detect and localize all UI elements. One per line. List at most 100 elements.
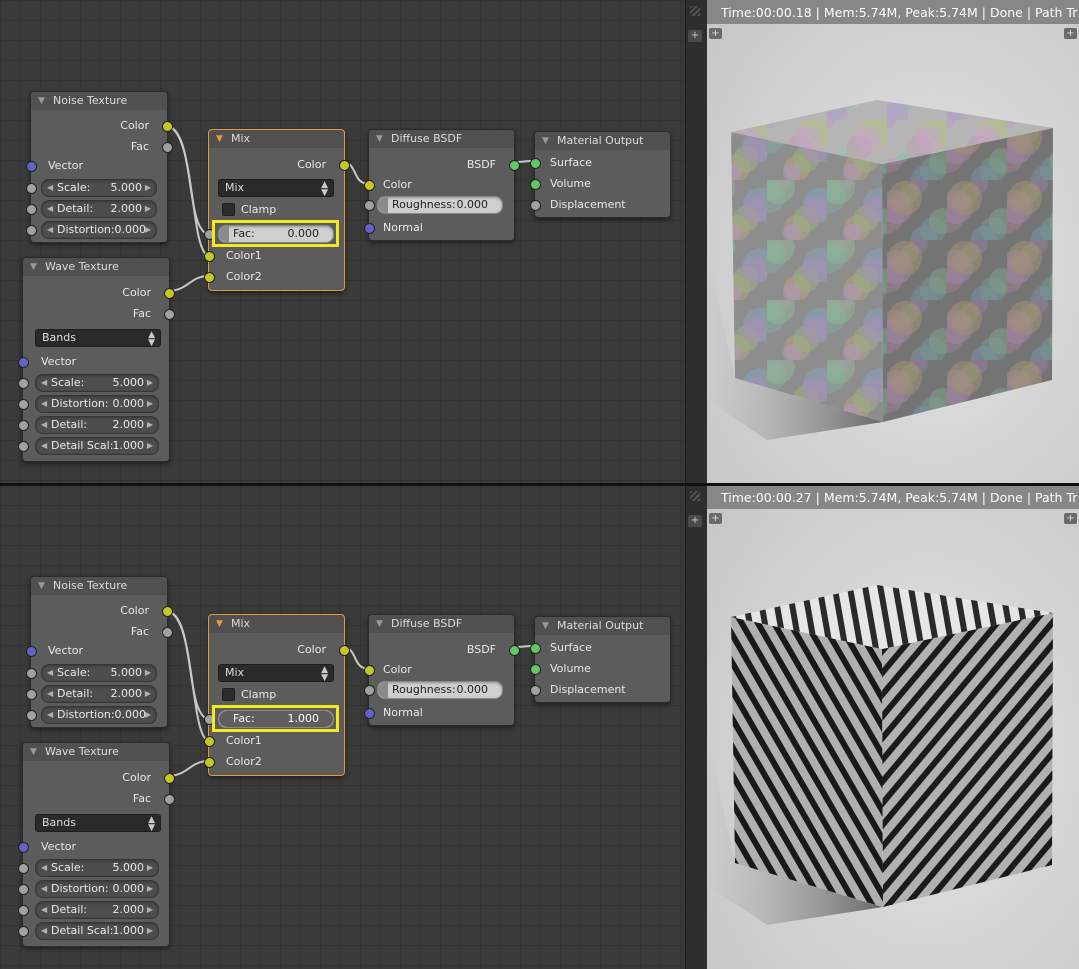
socket-scale-input[interactable] — [18, 378, 29, 389]
socket-distortion-input[interactable] — [26, 225, 37, 236]
socket-displacement-input[interactable] — [530, 200, 541, 211]
roughness-field[interactable]: Roughness: 0.000 — [377, 196, 503, 214]
scale-field[interactable]: ◀ Scale: 5.000 ▶ — [35, 374, 159, 392]
diffuse-bsdf-node[interactable]: ▼ Diffuse BSDF BSDF Color Roughness: 0.000… — [364, 614, 520, 726]
diffuse-bsdf-node[interactable]: ▼ Diffuse BSDF BSDF Color Roughness: 0.000… — [364, 129, 520, 241]
material-output-node[interactable]: ▼ Material Output Surface Volume Displace… — [530, 616, 671, 703]
wave-type-dropdown[interactable]: Bands ▲ ▼ — [35, 814, 161, 833]
socket-scale-input[interactable] — [26, 183, 37, 194]
socket-scale-input[interactable] — [18, 863, 29, 874]
socket-surface-input[interactable] — [530, 643, 541, 654]
render-expand-left-icon[interactable]: + — [709, 28, 722, 39]
socket-color-output[interactable] — [339, 160, 350, 171]
distortion-field[interactable]: ◀ Distortion: 0.000 ▶ — [41, 706, 157, 724]
render-expand-right-icon[interactable]: + — [1064, 513, 1077, 524]
area-split-handle-icon[interactable] — [690, 491, 700, 501]
collapse-arrow-icon[interactable]: ▼ — [30, 258, 37, 276]
detail-scale-field[interactable]: ◀ Detail Scal: 1.000 ▶ — [35, 437, 159, 455]
socket-volume-input[interactable] — [530, 179, 541, 190]
expand-plus-icon[interactable]: + — [688, 515, 702, 527]
collapse-arrow-icon[interactable]: ▼ — [38, 92, 45, 110]
expand-plus-icon[interactable]: + — [688, 30, 702, 42]
wave-texture-node[interactable]: ▼ Wave Texture Color Fac Bands ▲ ▼ Vector ◀… — [18, 257, 175, 462]
noise-texture-node[interactable]: ▼ Noise Texture Color Fac Vector ◀ Scale: 5… — [26, 576, 173, 728]
socket-normal-input[interactable] — [364, 708, 375, 719]
socket-detail-scale-input[interactable] — [18, 441, 29, 452]
area-divider[interactable]: + — [685, 485, 708, 969]
detail-field[interactable]: ◀ Detail: 2.000 ▶ — [41, 200, 157, 218]
scale-field[interactable]: ◀ Scale: 5.000 ▶ — [35, 859, 159, 877]
blend-type-dropdown[interactable]: Mix ▲ ▼ — [218, 664, 334, 683]
socket-color-input[interactable] — [364, 180, 375, 191]
collapse-arrow-icon[interactable]: ▼ — [38, 577, 45, 595]
socket-color1-input[interactable] — [204, 251, 215, 262]
collapse-arrow-icon[interactable]: ▼ — [542, 617, 549, 635]
socket-color2-input[interactable] — [204, 757, 215, 768]
collapse-arrow-icon[interactable]: ▼ — [376, 130, 383, 148]
socket-bsdf-output[interactable] — [509, 645, 520, 656]
socket-vector-input[interactable] — [26, 161, 37, 172]
socket-color2-input[interactable] — [204, 272, 215, 283]
node-editor[interactable]: ▼ Noise Texture Color Fac Vector ◀ Scale: 5… — [0, 485, 685, 969]
detail-field[interactable]: ◀ Detail: 2.000 ▶ — [35, 901, 159, 919]
socket-detail-input[interactable] — [18, 420, 29, 431]
render-expand-right-icon[interactable]: + — [1064, 28, 1077, 39]
clamp-checkbox[interactable] — [222, 688, 235, 701]
socket-distortion-input[interactable] — [18, 399, 29, 410]
distortion-field[interactable]: ◀ Distortion: 0.000 ▶ — [35, 395, 159, 413]
detail-field[interactable]: ◀ Detail: 2.000 ▶ — [41, 685, 157, 703]
clamp-checkbox[interactable] — [222, 203, 235, 216]
socket-detail-input[interactable] — [26, 689, 37, 700]
area-divider[interactable]: + — [685, 0, 708, 484]
socket-vector-input[interactable] — [18, 357, 29, 368]
socket-color-output[interactable] — [162, 121, 173, 132]
mix-node[interactable]: ▼ Mix Color Mix ▲ ▼ Clamp Fac: 1.000 Color1 … — [204, 614, 350, 776]
socket-detail-scale-input[interactable] — [18, 926, 29, 937]
node-editor[interactable]: ▼ Noise Texture Color Fac Vector ◀ Scale: 5… — [0, 0, 685, 484]
scale-field[interactable]: ◀ Scale: 5.000 ▶ — [41, 664, 157, 682]
area-split-handle-icon[interactable] — [690, 6, 700, 16]
wave-type-dropdown[interactable]: Bands ▲ ▼ — [35, 329, 161, 348]
socket-detail-input[interactable] — [18, 905, 29, 916]
detail-scale-field[interactable]: ◀ Detail Scal: 1.000 ▶ — [35, 922, 159, 940]
socket-color-output[interactable] — [164, 773, 175, 784]
socket-normal-input[interactable] — [364, 223, 375, 234]
socket-color-output[interactable] — [162, 606, 173, 617]
socket-detail-input[interactable] — [26, 204, 37, 215]
mix-node[interactable]: ▼ Mix Color Mix ▲ ▼ Clamp Fac: 0.000 Color1 … — [204, 129, 350, 291]
distortion-field[interactable]: ◀ Distortion: 0.000 ▶ — [41, 221, 157, 239]
collapse-arrow-icon[interactable]: ▼ — [216, 130, 223, 148]
material-output-node[interactable]: ▼ Material Output Surface Volume Displace… — [530, 131, 671, 218]
socket-distortion-input[interactable] — [18, 884, 29, 895]
socket-color-output[interactable] — [164, 288, 175, 299]
socket-vector-input[interactable] — [18, 842, 29, 853]
noise-texture-node[interactable]: ▼ Noise Texture Color Fac Vector ◀ Scale: 5… — [26, 91, 173, 243]
socket-fac-output[interactable] — [162, 627, 173, 638]
socket-roughness-input[interactable] — [364, 685, 375, 696]
socket-color-output[interactable] — [339, 645, 350, 656]
socket-bsdf-output[interactable] — [509, 160, 520, 171]
collapse-arrow-icon[interactable]: ▼ — [376, 615, 383, 633]
socket-fac-output[interactable] — [162, 142, 173, 153]
socket-scale-input[interactable] — [26, 668, 37, 679]
blend-type-dropdown[interactable]: Mix ▲ ▼ — [218, 179, 334, 198]
socket-roughness-input[interactable] — [364, 200, 375, 211]
roughness-field[interactable]: Roughness: 0.000 — [377, 681, 503, 699]
socket-fac-output[interactable] — [164, 309, 175, 320]
distortion-field[interactable]: ◀ Distortion: 0.000 ▶ — [35, 880, 159, 898]
collapse-arrow-icon[interactable]: ▼ — [216, 615, 223, 633]
detail-field[interactable]: ◀ Detail: 2.000 ▶ — [35, 416, 159, 434]
socket-color-input[interactable] — [364, 665, 375, 676]
collapse-arrow-icon[interactable]: ▼ — [30, 743, 37, 761]
wave-texture-node[interactable]: ▼ Wave Texture Color Fac Bands ▲ ▼ Vector ◀… — [18, 742, 175, 947]
socket-displacement-input[interactable] — [530, 685, 541, 696]
socket-fac-output[interactable] — [164, 794, 175, 805]
render-expand-left-icon[interactable]: + — [709, 513, 722, 524]
socket-vector-input[interactable] — [26, 646, 37, 657]
socket-color1-input[interactable] — [204, 736, 215, 747]
collapse-arrow-icon[interactable]: ▼ — [542, 132, 549, 150]
socket-surface-input[interactable] — [530, 158, 541, 169]
horizontal-area-divider[interactable] — [0, 483, 1079, 486]
socket-volume-input[interactable] — [530, 664, 541, 675]
scale-field[interactable]: ◀ Scale: 5.000 ▶ — [41, 179, 157, 197]
